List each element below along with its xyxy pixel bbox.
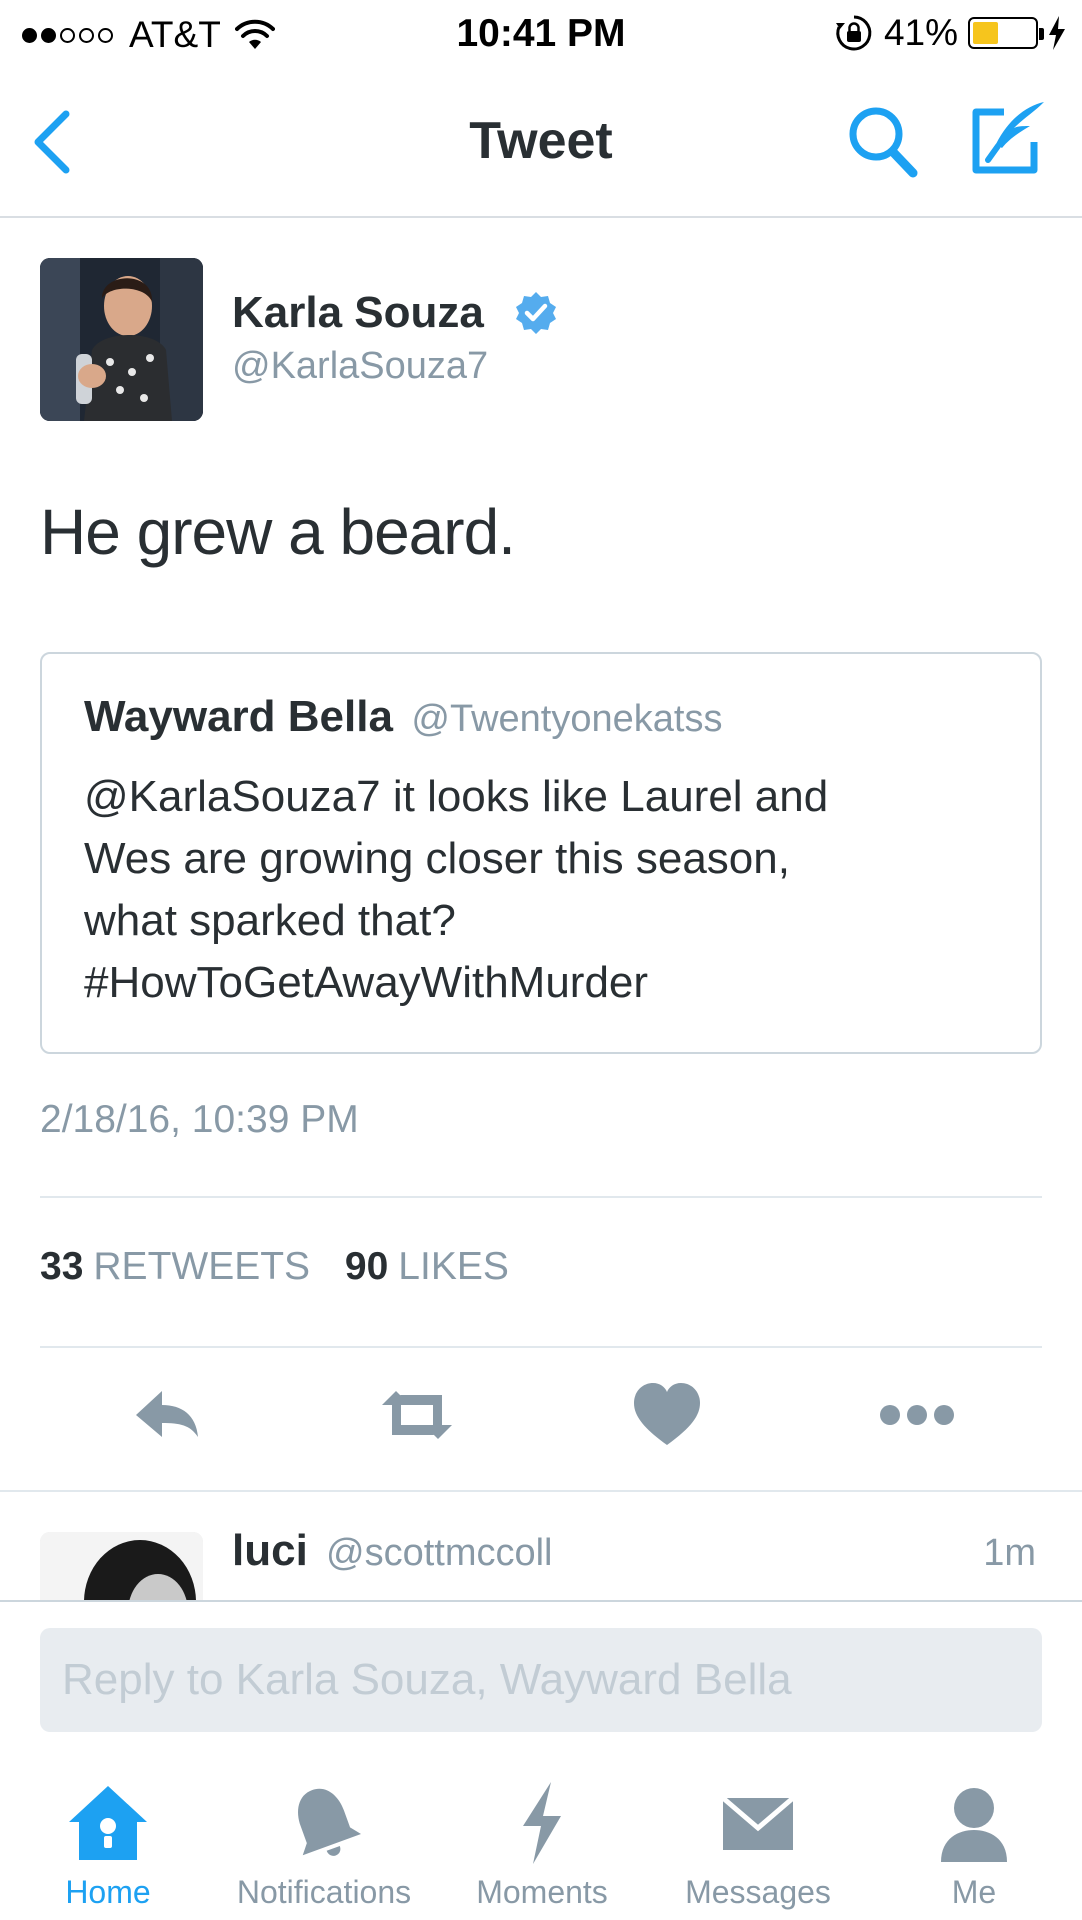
status-right: 41% — [834, 12, 1066, 54]
quoted-text-line: Wes are growing closer this season, — [84, 834, 790, 883]
like-icon — [634, 1383, 700, 1445]
envelope-icon — [721, 1796, 795, 1850]
profile-photo — [40, 1532, 203, 1600]
likes-stat[interactable]: 90 LIKES — [345, 1245, 533, 1288]
rotation-lock-icon — [834, 13, 874, 53]
bell-icon — [298, 1788, 361, 1856]
author-name[interactable]: Karla Souza — [232, 288, 484, 338]
quoted-author-handle: @Twentyonekatss — [411, 698, 723, 740]
tab-me[interactable]: Me — [904, 1760, 1044, 1920]
likes-count: 90 — [344, 1245, 389, 1288]
charging-bolt-icon — [1048, 16, 1066, 50]
compose-icon — [972, 102, 1044, 174]
author-handle[interactable]: @KarlaSouza7 — [232, 345, 488, 388]
battery-percent: 41% — [883, 12, 958, 53]
retweet-icon — [382, 1391, 452, 1439]
tab-me-label: Me — [951, 1874, 997, 1910]
battery-fill — [973, 22, 998, 44]
quoted-tweet-text: @KarlaSouza7 it looks like Laurel and We… — [84, 766, 1014, 1014]
retweet-button[interactable] — [372, 1375, 462, 1455]
home-icon — [69, 1786, 147, 1860]
compose-button[interactable] — [968, 98, 1050, 178]
more-button[interactable] — [872, 1375, 962, 1455]
person-icon — [941, 1788, 1007, 1862]
battery-icon — [968, 17, 1044, 49]
retweets-label: RETWEETS — [93, 1245, 311, 1288]
search-button[interactable] — [846, 104, 920, 180]
nav-bar: Tweet — [0, 68, 1082, 218]
more-icon — [880, 1405, 954, 1425]
tweet-text: He grew a beard. — [40, 496, 516, 568]
tab-moments[interactable]: Moments — [462, 1760, 622, 1920]
reply-tweet[interactable]: luci @scottmccoll 1m — [0, 1492, 1082, 1600]
avatar[interactable] — [40, 258, 203, 421]
retweets-count: 33 — [40, 1245, 84, 1288]
quoted-text-line: what sparked that? — [84, 896, 456, 945]
reply-avatar[interactable] — [40, 1532, 203, 1600]
quoted-text-line: #HowToGetAwayWithMurder — [84, 958, 649, 1007]
tab-notifications[interactable]: Notifications — [214, 1760, 434, 1920]
reply-author-name[interactable]: luci — [232, 1526, 308, 1576]
divider — [40, 1346, 1042, 1348]
lightning-icon — [523, 1782, 561, 1864]
search-icon — [849, 107, 918, 178]
reply-time: 1m — [983, 1532, 1036, 1574]
reply-composer — [0, 1600, 1082, 1732]
reply-button[interactable] — [122, 1375, 212, 1455]
tweet-stats: 33 RETWEETS 90 LIKES — [40, 1245, 533, 1289]
reply-author-handle[interactable]: @scottmccoll — [326, 1532, 553, 1575]
tab-messages-label: Messages — [685, 1874, 831, 1910]
quoted-tweet[interactable]: Wayward Bella @Twentyonekatss @KarlaSouz… — [40, 652, 1042, 1054]
tab-bar: Home Notifications Moments Messages Me — [0, 1760, 1082, 1920]
quoted-author-name: Wayward Bella — [84, 692, 393, 741]
quoted-tweet-header: Wayward Bella @Twentyonekatss — [84, 692, 722, 742]
retweets-stat[interactable]: 33 RETWEETS — [40, 1245, 345, 1288]
tab-moments-label: Moments — [476, 1874, 608, 1910]
tab-home[interactable]: Home — [40, 1760, 176, 1920]
tweet-timestamp: 2/18/16, 10:39 PM — [40, 1098, 359, 1141]
reply-icon — [136, 1391, 198, 1437]
divider — [40, 1196, 1042, 1198]
tab-home-label: Home — [65, 1874, 151, 1910]
profile-photo — [40, 258, 203, 421]
tab-messages[interactable]: Messages — [668, 1760, 848, 1920]
verified-badge-icon — [513, 290, 559, 336]
tweet-actions — [0, 1375, 1082, 1455]
tab-notifications-label: Notifications — [236, 1874, 412, 1910]
quoted-text-line: @KarlaSouza7 it looks like Laurel and — [84, 772, 829, 821]
reply-input[interactable] — [40, 1628, 1042, 1732]
status-bar: AT&T 10:41 PM 41% — [0, 0, 1082, 68]
likes-label: LIKES — [398, 1245, 509, 1288]
like-button[interactable] — [622, 1375, 712, 1455]
